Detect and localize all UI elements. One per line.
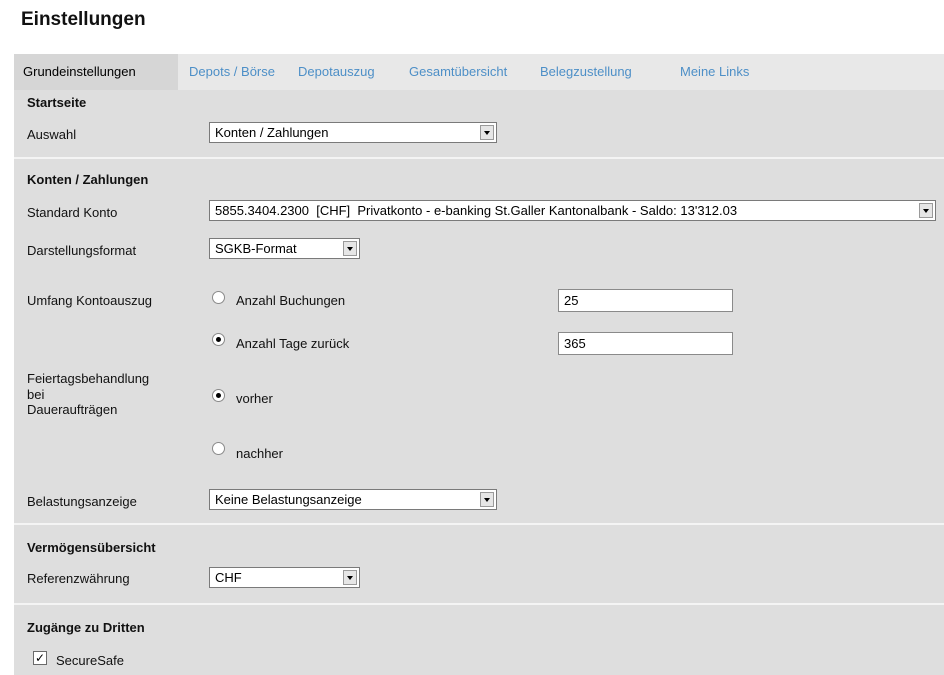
radio-anzahl-tage[interactable] — [212, 333, 225, 346]
page-title: Einstellungen — [21, 9, 146, 30]
tab-depots-boerse[interactable]: Depots / Börse — [189, 54, 275, 90]
auswahl-select[interactable]: Konten / Zahlungen — [209, 122, 497, 143]
darstellungsformat-label: Darstellungsformat — [27, 243, 137, 258]
section-konten-title: Konten / Zahlungen — [27, 172, 149, 187]
darstellungsformat-select-value: SGKB-Format — [215, 241, 297, 256]
section-divider — [14, 523, 944, 525]
chevron-down-icon[interactable] — [343, 570, 357, 585]
radio-nachher[interactable] — [212, 442, 225, 455]
tab-grundeinstellungen[interactable]: Grundeinstellungen — [14, 54, 178, 90]
radio-vorher-label: vorher — [236, 391, 273, 406]
auswahl-select-value: Konten / Zahlungen — [215, 125, 329, 140]
securesafe-label: SecureSafe — [56, 653, 124, 668]
feiertag-label-line3: Daueraufträgen — [27, 402, 118, 417]
referenzwaehrung-select-value: CHF — [215, 570, 242, 585]
umfang-kontoauszug-label: Umfang Kontoauszug — [27, 293, 153, 308]
tab-depotauszug[interactable]: Depotauszug — [298, 54, 375, 90]
radio-anzahl-buchungen-label: Anzahl Buchungen — [236, 293, 346, 308]
referenzwaehrung-label: Referenzwährung — [27, 571, 130, 586]
section-dritte-title: Zugänge zu Dritten — [27, 620, 145, 635]
radio-anzahl-tage-label: Anzahl Tage zurück — [236, 336, 350, 351]
section-vermoegen-title: Vermögensübersicht — [27, 540, 156, 555]
standard-konto-select[interactable]: 5855.3404.2300 [CHF] Privatkonto - e-ban… — [209, 200, 936, 221]
chevron-down-icon[interactable] — [343, 241, 357, 256]
referenzwaehrung-select[interactable]: CHF — [209, 567, 360, 588]
feiertag-label-line1: Feiertagsbehandlung — [27, 371, 150, 386]
tab-belegzustellung[interactable]: Belegzustellung — [540, 54, 632, 90]
auswahl-label: Auswahl — [27, 127, 77, 142]
section-divider — [14, 603, 944, 605]
chevron-down-icon[interactable] — [480, 492, 494, 507]
radio-vorher[interactable] — [212, 389, 225, 402]
chevron-down-icon[interactable] — [480, 125, 494, 140]
chevron-down-icon[interactable] — [919, 203, 933, 218]
anzahl-buchungen-input[interactable] — [558, 289, 733, 312]
belastungsanzeige-label: Belastungsanzeige — [27, 494, 137, 509]
securesafe-checkbox[interactable]: ✓ — [33, 651, 47, 665]
darstellungsformat-select[interactable]: SGKB-Format — [209, 238, 360, 259]
radio-nachher-label: nachher — [236, 446, 283, 461]
standard-konto-label: Standard Konto — [27, 205, 118, 220]
standard-konto-select-value: 5855.3404.2300 [CHF] Privatkonto - e-ban… — [215, 203, 738, 218]
belastungsanzeige-select[interactable]: Keine Belastungsanzeige — [209, 489, 497, 510]
settings-panel — [14, 90, 944, 675]
section-startseite-title: Startseite — [27, 95, 87, 110]
feiertag-label-line2: bei — [27, 387, 45, 402]
anzahl-tage-input[interactable] — [558, 332, 733, 355]
checkmark-icon: ✓ — [34, 651, 46, 665]
section-divider — [14, 157, 944, 159]
tab-bar: Grundeinstellungen Depots / Börse Depota… — [14, 54, 944, 90]
tab-meine-links[interactable]: Meine Links — [680, 54, 749, 90]
tab-gesamtuebersicht[interactable]: Gesamtübersicht — [409, 54, 507, 90]
radio-anzahl-buchungen[interactable] — [212, 291, 225, 304]
belastungsanzeige-select-value: Keine Belastungsanzeige — [215, 492, 362, 507]
